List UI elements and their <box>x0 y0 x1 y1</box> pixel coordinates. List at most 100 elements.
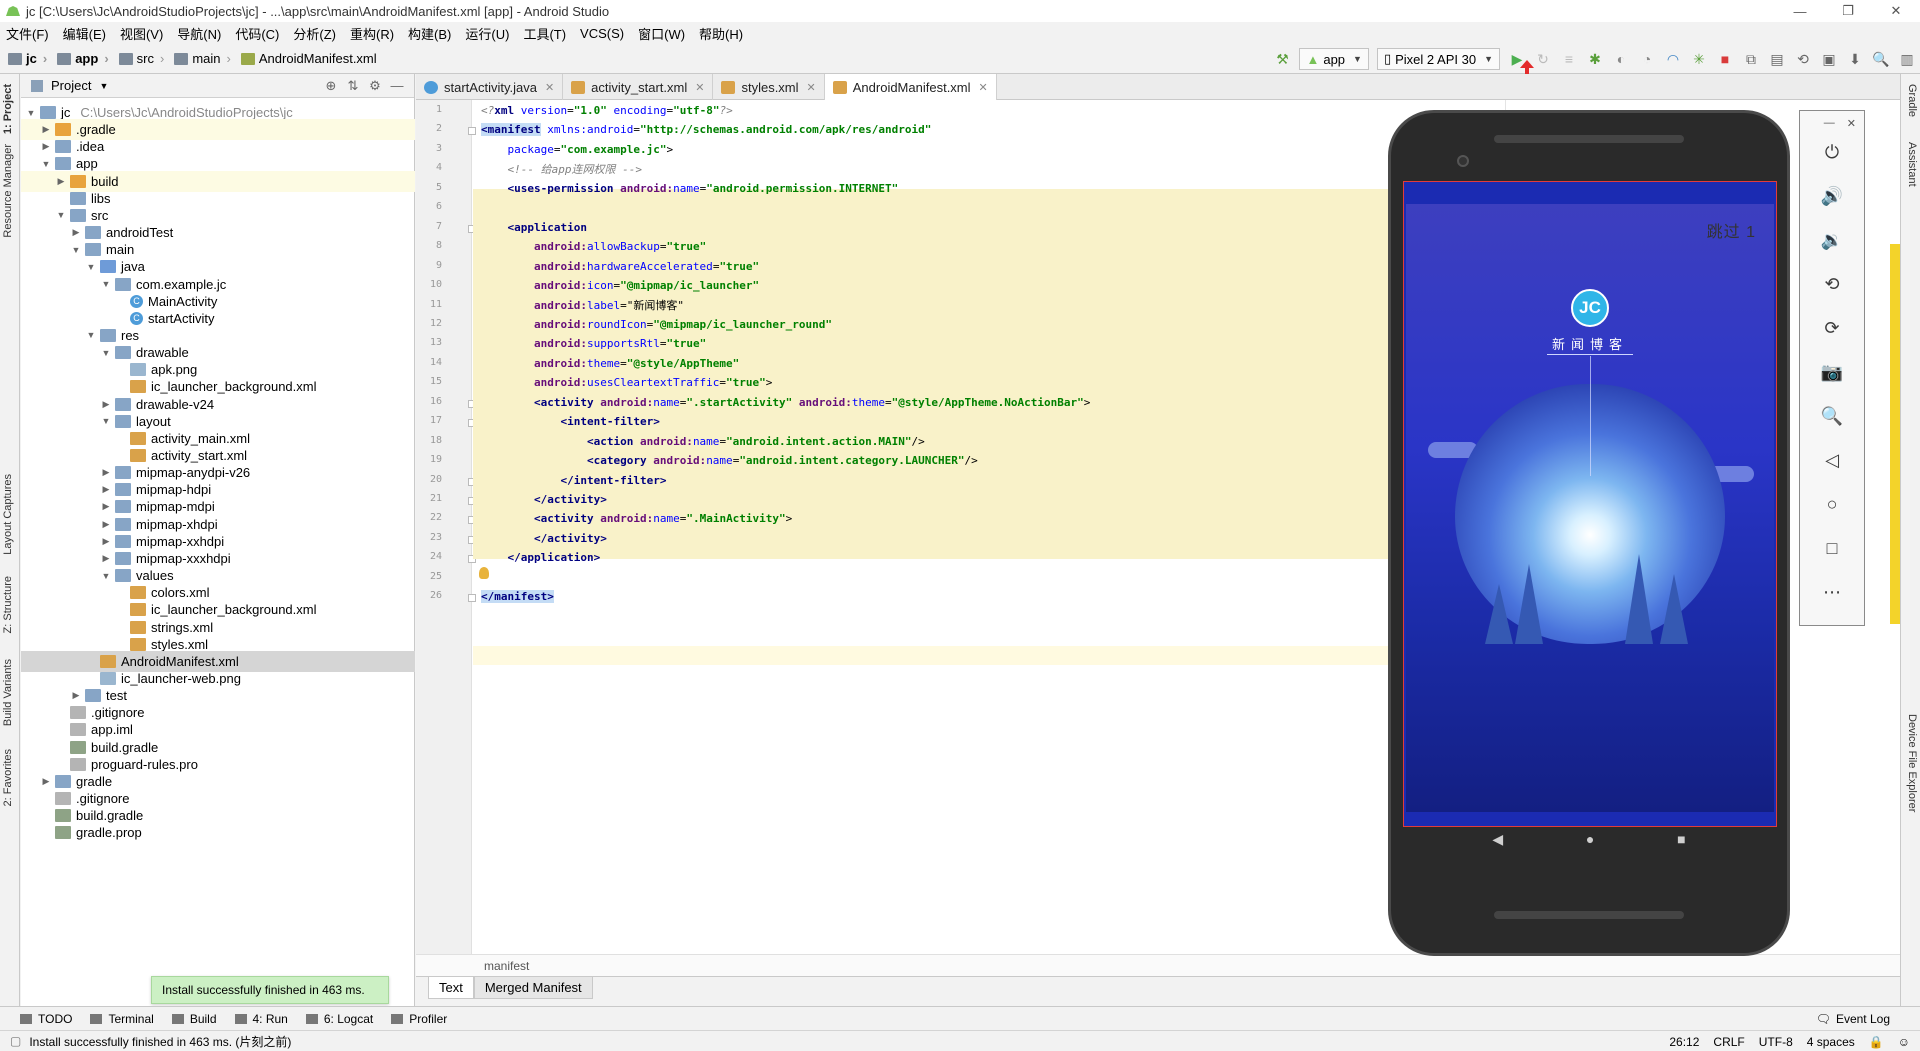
breadcrumb-manifest[interactable]: manifest <box>484 959 529 973</box>
caret-position[interactable]: 26:12 <box>1669 1035 1699 1049</box>
editor-tab[interactable]: activity_start.xml ✕ <box>563 74 714 100</box>
more-icon[interactable]: ⋯ <box>1800 570 1864 614</box>
menu-item[interactable]: 重构(R) <box>350 24 394 43</box>
chevron-down-icon[interactable]: ▼ <box>55 210 67 220</box>
close-icon[interactable]: ✕ <box>1872 0 1920 22</box>
coverage-icon[interactable]: ◐ <box>1610 48 1632 70</box>
chevron-right-icon[interactable]: ▶ <box>100 399 112 410</box>
apply-changes-icon[interactable]: ↻ <box>1532 48 1554 70</box>
tab-text[interactable]: Text <box>428 977 474 999</box>
power-icon[interactable]: ⏻ <box>1800 130 1864 174</box>
overview-nav-icon[interactable]: ■ <box>1677 831 1685 848</box>
menu-item[interactable]: 编辑(E) <box>63 24 106 43</box>
editor-tab[interactable]: styles.xml ✕ <box>713 74 825 100</box>
chevron-right-icon[interactable]: ▶ <box>100 501 112 512</box>
project-structure-icon[interactable]: ▤ <box>1766 48 1788 70</box>
menu-item[interactable]: 工具(T) <box>523 24 566 43</box>
apply-code-changes-icon[interactable]: ≡ <box>1558 48 1580 70</box>
rotate-right-icon[interactable]: ⟳ <box>1800 306 1864 350</box>
tool-window-build[interactable]: Build <box>171 1012 217 1026</box>
gear-icon[interactable]: ⚙ <box>364 78 386 94</box>
tab-resource-manager[interactable]: Resource Manager <box>2 144 14 238</box>
menu-item[interactable]: 分析(Z) <box>293 24 336 43</box>
chevron-right-icon[interactable]: ▶ <box>100 553 112 564</box>
chevron-right-icon[interactable]: ▶ <box>40 124 52 135</box>
tool-window-terminal[interactable]: Terminal <box>90 1012 154 1026</box>
profiler-icon[interactable]: ◠ <box>1662 48 1684 70</box>
attach-debugger-icon[interactable]: ✳ <box>1688 48 1710 70</box>
chevron-down-icon[interactable]: ▼ <box>40 159 52 169</box>
event-log-button[interactable]: 🗨 Event Log <box>1816 1007 1890 1031</box>
lightbulb-icon[interactable] <box>479 567 489 579</box>
chevron-down-icon[interactable]: ▼ <box>70 245 82 255</box>
skip-button[interactable]: 跳过 1 <box>1707 218 1756 242</box>
locate-icon[interactable]: ⊕ <box>320 78 342 94</box>
chevron-down-icon[interactable]: ▼ <box>100 571 112 581</box>
tab-favorites[interactable]: 2: Favorites <box>2 749 14 806</box>
hide-icon[interactable]: — <box>386 78 408 94</box>
sync-project-icon[interactable]: ⧉ <box>1740 48 1762 70</box>
chevron-down-icon[interactable]: ▼ <box>100 348 112 358</box>
hammer-build-icon[interactable]: ⚒ <box>1271 48 1293 70</box>
menu-item[interactable]: 帮助(H) <box>699 24 743 43</box>
tab-project[interactable]: 1: Project <box>2 84 14 134</box>
project-view-select[interactable]: Project <box>51 78 91 93</box>
tree-item[interactable]: gradle.prop <box>21 822 415 843</box>
tab-layout-captures[interactable]: Layout Captures <box>2 474 14 555</box>
back-icon[interactable]: ◁ <box>1800 438 1864 482</box>
device-select[interactable]: ▯ Pixel 2 API 30 ▼ <box>1376 48 1500 70</box>
chevron-right-icon[interactable]: ▶ <box>70 690 82 701</box>
menu-item[interactable]: 窗口(W) <box>638 24 685 43</box>
lock-icon[interactable]: 🔒 <box>1869 1035 1884 1049</box>
chevron-down-icon[interactable]: ▼ <box>100 279 112 289</box>
home-nav-icon[interactable]: ● <box>1586 831 1594 848</box>
chevron-down-icon[interactable]: ▼ <box>85 330 97 340</box>
menu-item[interactable]: VCS(S) <box>580 26 624 41</box>
menu-item[interactable]: 运行(U) <box>465 24 509 43</box>
close-tab-icon[interactable]: ✕ <box>807 81 816 94</box>
avd-manager-icon[interactable]: ▣ <box>1818 48 1840 70</box>
chevron-right-icon[interactable]: ▶ <box>55 176 67 187</box>
chevron-right-icon[interactable]: ▶ <box>100 484 112 495</box>
close-tab-icon[interactable]: ✕ <box>979 81 988 94</box>
chevron-right-icon[interactable]: ▶ <box>100 467 112 478</box>
editor-tab[interactable]: startActivity.java ✕ <box>416 74 564 100</box>
profile-icon[interactable]: ◔ <box>1636 48 1658 70</box>
close-tab-icon[interactable]: ✕ <box>695 81 704 94</box>
camera-icon[interactable]: 📷 <box>1800 350 1864 394</box>
menu-item[interactable]: 文件(F) <box>6 24 49 43</box>
collapse-all-icon[interactable]: ⇅ <box>342 78 364 94</box>
menu-item[interactable]: 构建(B) <box>408 24 451 43</box>
rotate-left-icon[interactable]: ⟲ <box>1800 262 1864 306</box>
tool-window-logcat[interactable]: 6: Logcat <box>305 1012 373 1026</box>
tool-window-run[interactable]: 4: Run <box>234 1012 288 1026</box>
editor-tab[interactable]: AndroidManifest.xml ✕ <box>824 74 997 100</box>
tab-assistant[interactable]: Assistant <box>1906 142 1918 187</box>
breadcrumb-item[interactable]: main › <box>174 51 237 66</box>
breadcrumb-item[interactable]: AndroidManifest.xml <box>240 51 377 66</box>
tab-merged-manifest[interactable]: Merged Manifest <box>473 977 593 999</box>
tool-window-profiler[interactable]: Profiler <box>391 1012 447 1026</box>
indent-setting[interactable]: 4 spaces <box>1807 1035 1855 1049</box>
sdk-manager-icon[interactable]: ⬇ <box>1844 48 1866 70</box>
tool-window-todo[interactable]: TODO <box>20 1012 72 1026</box>
chevron-right-icon[interactable]: ▶ <box>40 141 52 152</box>
volume-up-icon[interactable]: 🔊 <box>1800 174 1864 218</box>
chevron-down-icon[interactable]: ▼ <box>99 81 108 91</box>
sync-gradle-icon[interactable]: ⟲ <box>1792 48 1814 70</box>
back-nav-icon[interactable]: ◀ <box>1492 831 1503 848</box>
breadcrumb-item[interactable]: jc › <box>8 51 53 66</box>
sidebar-icon[interactable]: ▥ <box>1896 48 1918 70</box>
zoom-icon[interactable]: 🔍 <box>1800 394 1864 438</box>
file-encoding[interactable]: UTF-8 <box>1759 1035 1793 1049</box>
maximize-icon[interactable]: ❐ <box>1824 0 1872 22</box>
inspector-icon[interactable]: ☺ <box>1898 1035 1910 1049</box>
close-icon[interactable]: ✕ <box>1847 117 1856 130</box>
stop-icon[interactable]: ■ <box>1714 48 1736 70</box>
chevron-down-icon[interactable]: ▼ <box>85 262 97 272</box>
debug-icon[interactable]: ✱ <box>1584 48 1606 70</box>
close-tab-icon[interactable]: ✕ <box>545 81 554 94</box>
chevron-right-icon[interactable]: ▶ <box>100 536 112 547</box>
chevron-down-icon[interactable]: ▼ <box>100 416 112 426</box>
chevron-right-icon[interactable]: ▶ <box>70 227 82 238</box>
